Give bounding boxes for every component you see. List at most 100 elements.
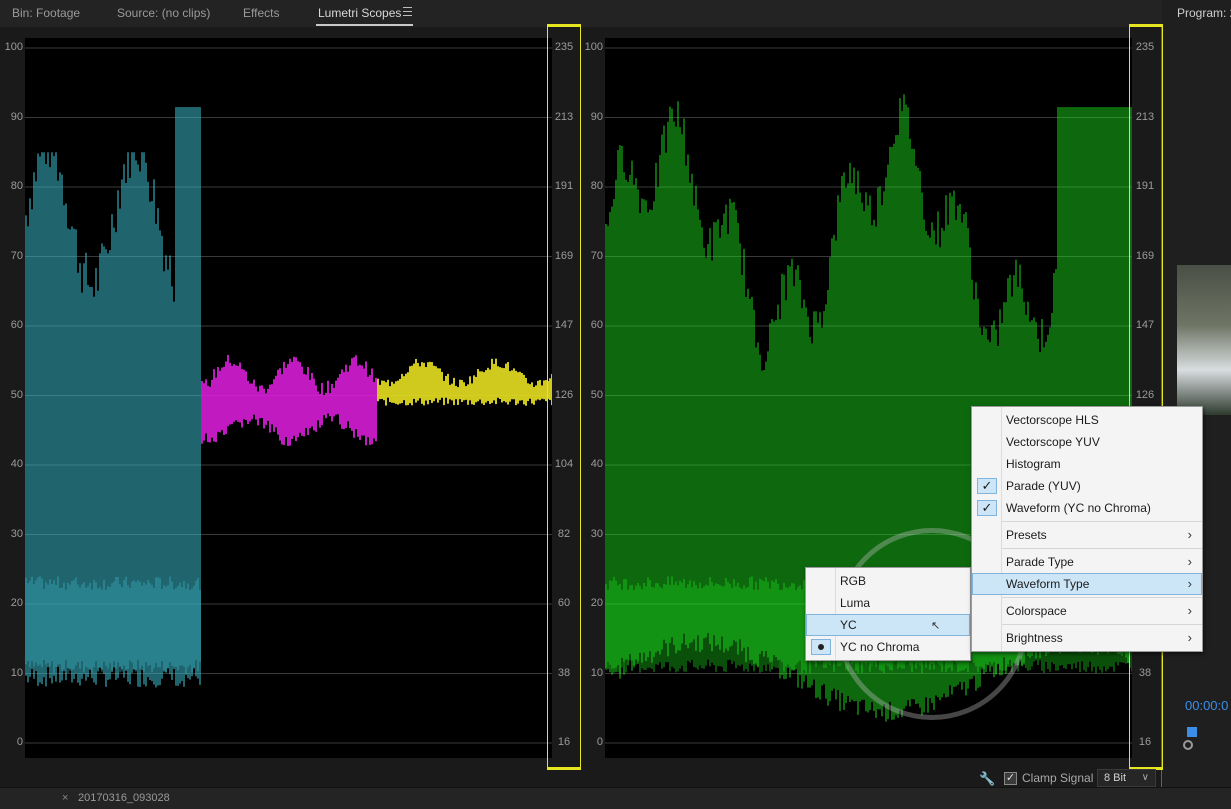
menu-item-yc[interactable]: YC ↖ bbox=[806, 614, 970, 636]
chroma-cb-trace bbox=[213, 369, 215, 442]
waveform-ire-tick-label: 10 bbox=[590, 666, 603, 679]
zoom-handle-icon[interactable] bbox=[1183, 740, 1193, 750]
luma-trace bbox=[739, 243, 741, 640]
chroma-cr-trace bbox=[531, 382, 533, 404]
luma-y-trace bbox=[199, 590, 201, 662]
tab-source[interactable]: Source: (no clips) bbox=[117, 0, 210, 27]
luma-y-trace bbox=[187, 583, 189, 668]
menu-item-brightness[interactable]: Brightness › bbox=[972, 627, 1202, 649]
program-timecode[interactable]: 00:00:0 bbox=[1185, 698, 1228, 713]
chroma-cb-trace bbox=[271, 384, 273, 425]
chevron-down-icon: ∨ bbox=[1141, 772, 1149, 783]
luma-trace bbox=[687, 584, 689, 661]
luma-trace bbox=[659, 586, 661, 663]
chroma-cr-trace bbox=[529, 384, 531, 399]
luma-y-trace bbox=[131, 581, 133, 663]
panel-menu-icon[interactable] bbox=[403, 7, 412, 16]
chroma-cr-trace bbox=[377, 378, 379, 402]
menu-item-label: Presets bbox=[1006, 528, 1047, 542]
menu-item-parade-yuv[interactable]: ✓ Parade (YUV) bbox=[972, 475, 1202, 497]
chroma-cr-trace bbox=[537, 380, 539, 400]
menu-item-waveform[interactable]: ✓ Waveform (YC no Chroma) bbox=[972, 497, 1202, 519]
chroma-cb-trace bbox=[241, 369, 243, 428]
chroma-cr-trace bbox=[439, 368, 441, 400]
menu-item-yc-no-chroma[interactable]: YC no Chroma bbox=[806, 636, 970, 658]
menu-item-waveform-type[interactable]: Waveform Type › bbox=[972, 573, 1202, 595]
luma-trace bbox=[665, 584, 667, 663]
menu-item-vectorscope-yuv[interactable]: Vectorscope YUV bbox=[972, 431, 1202, 453]
luma-trace bbox=[695, 585, 697, 668]
tab-effects[interactable]: Effects bbox=[243, 0, 279, 27]
waveform-ire-tick-label: 0 bbox=[596, 736, 603, 748]
luma-y-trace bbox=[37, 577, 39, 666]
close-icon[interactable]: × bbox=[62, 792, 68, 804]
clamp-signal-checkbox[interactable]: ✓ bbox=[1004, 772, 1017, 785]
tab-bin-footage[interactable]: Bin: Footage bbox=[12, 0, 80, 27]
luma-trace bbox=[713, 222, 715, 636]
luma-trace bbox=[667, 576, 669, 663]
luma-trace bbox=[793, 583, 795, 671]
chroma-cr-trace bbox=[403, 376, 405, 401]
luma-trace bbox=[639, 585, 641, 673]
luma-trace bbox=[711, 581, 713, 663]
chroma-cb-trace bbox=[335, 380, 337, 415]
luma-y-trace bbox=[121, 587, 123, 672]
chroma-cr-trace bbox=[485, 370, 487, 403]
menu-item-presets[interactable]: Presets › bbox=[972, 524, 1202, 546]
checkmark-icon: ✓ bbox=[977, 478, 997, 494]
luma-y-trace bbox=[73, 579, 75, 670]
wrench-icon[interactable]: 🔧 bbox=[979, 771, 995, 787]
luma-trace bbox=[611, 580, 613, 669]
chroma-cb-trace bbox=[303, 373, 305, 437]
chroma-cb-trace bbox=[245, 371, 247, 420]
luma-trace bbox=[631, 584, 633, 661]
luma-trace bbox=[689, 580, 691, 663]
chroma-cb-trace bbox=[255, 386, 257, 420]
menu-item-vectorscope-hls[interactable]: Vectorscope HLS bbox=[972, 409, 1202, 431]
menu-item-luma[interactable]: Luma bbox=[806, 592, 970, 614]
luma-y-trace bbox=[99, 586, 101, 669]
chroma-cr-trace bbox=[469, 376, 471, 401]
luma-trace bbox=[717, 583, 719, 667]
program-title[interactable]: Program: 2 bbox=[1177, 6, 1231, 20]
menu-item-label: Histogram bbox=[1006, 457, 1061, 471]
menu-item-rgb[interactable]: RGB bbox=[806, 570, 970, 592]
chroma-cb-trace bbox=[359, 364, 361, 440]
luma-trace bbox=[691, 173, 693, 643]
sequence-tab[interactable]: 20170316_093028 bbox=[78, 792, 170, 804]
luma-trace bbox=[797, 586, 799, 663]
luma-y-trace bbox=[175, 587, 177, 667]
chroma-cb-trace bbox=[217, 366, 219, 432]
menu-item-parade-type[interactable]: Parade Type › bbox=[972, 551, 1202, 573]
menu-item-histogram[interactable]: Histogram bbox=[972, 453, 1202, 475]
menu-item-colorspace[interactable]: Colorspace › bbox=[972, 600, 1202, 622]
luma-trace bbox=[735, 586, 737, 669]
luma-trace bbox=[755, 581, 757, 666]
luma-y-trace bbox=[103, 579, 105, 662]
chroma-cb-trace bbox=[299, 362, 301, 433]
playhead-marker-icon[interactable] bbox=[1187, 727, 1197, 737]
chroma-cb-trace bbox=[305, 374, 307, 428]
luma-trace bbox=[679, 580, 681, 669]
waveform-ire-tick-label: 70 bbox=[590, 249, 603, 262]
chroma-cb-trace bbox=[273, 379, 275, 432]
chroma-cr-trace bbox=[425, 367, 427, 401]
chroma-cb-trace bbox=[219, 370, 221, 433]
luma-y-trace bbox=[53, 580, 55, 673]
chroma-cr-trace bbox=[423, 362, 425, 406]
parade-ire-tick-label: 100 bbox=[4, 41, 23, 53]
chroma-cr-trace bbox=[451, 383, 453, 401]
chroma-cb-trace bbox=[201, 380, 203, 444]
luma-trace bbox=[707, 244, 709, 634]
tab-lumetri-scopes[interactable]: Lumetri Scopes bbox=[318, 0, 401, 27]
chroma-cb-trace bbox=[343, 372, 345, 430]
chroma-cr-trace bbox=[393, 383, 395, 403]
chroma-cr-trace bbox=[437, 368, 439, 403]
chroma-cr-trace bbox=[493, 363, 495, 401]
bit-depth-select[interactable]: 8 Bit ∨ bbox=[1097, 769, 1156, 787]
luma-y-trace bbox=[113, 581, 115, 662]
chroma-cr-trace bbox=[519, 371, 521, 401]
menu-item-label: Parade (YUV) bbox=[1006, 479, 1081, 493]
menu-item-label: YC no Chroma bbox=[840, 640, 920, 654]
luma-y-trace bbox=[59, 587, 61, 665]
